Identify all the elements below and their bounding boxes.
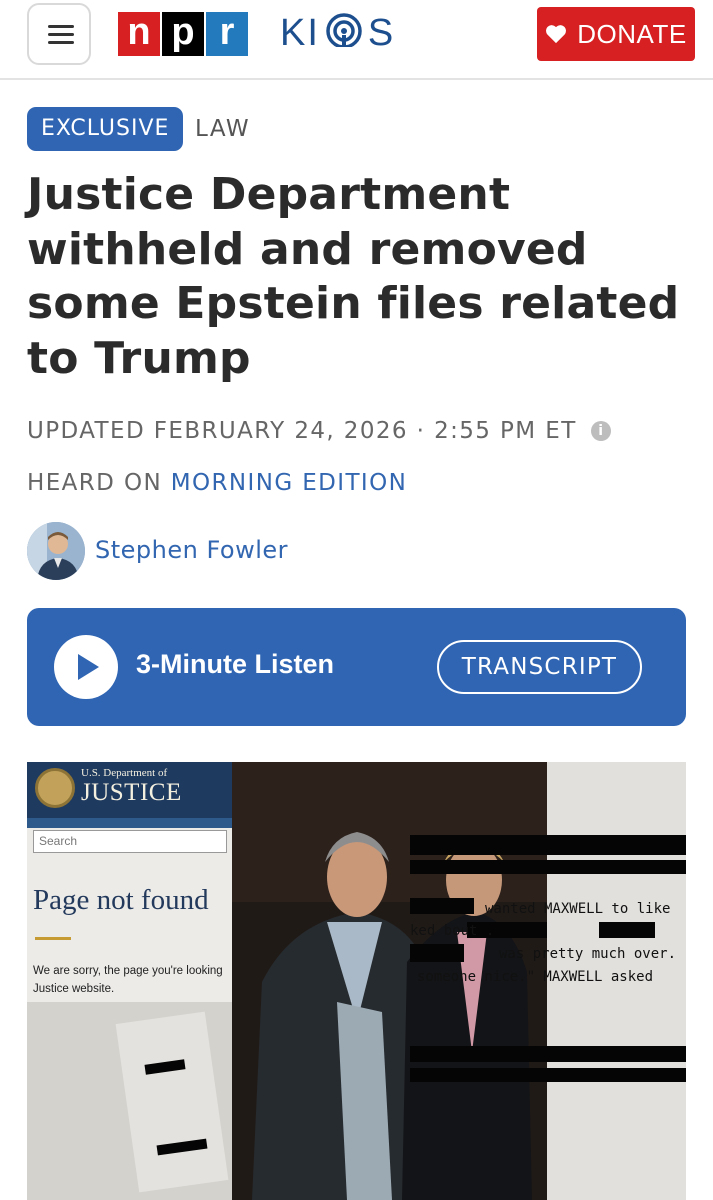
heard-on-label: HEARD ON	[27, 470, 163, 496]
doj-sorry-text: We are sorry, the page you're looking Ju…	[33, 965, 223, 995]
doj-seal-icon	[35, 768, 75, 808]
npr-logo-p: p	[162, 12, 204, 56]
heard-on-show-link[interactable]: MORNING EDITION	[171, 470, 407, 496]
listen-duration-label: 3-Minute Listen	[136, 649, 335, 679]
hamburger-menu-button[interactable]	[27, 3, 91, 65]
site-header: n p r KI S DONATE	[0, 0, 713, 80]
npr-logo-r: r	[206, 12, 248, 56]
station-logo[interactable]: KI S	[280, 10, 395, 56]
redaction-bar	[410, 944, 464, 962]
donate-label: DONATE	[577, 18, 687, 49]
article-lead-image[interactable]: U.S. Department of JUSTICE Search Page n…	[27, 762, 686, 1200]
doc-text-line-2: ked bout .	[410, 923, 495, 939]
article-headline: Justice Department withheld and removed …	[27, 169, 680, 384]
redaction-bar	[410, 1046, 686, 1062]
section-link-law[interactable]: LAW	[195, 107, 250, 151]
author-photo	[27, 522, 85, 580]
redaction-bar	[410, 860, 686, 874]
station-logo-right: S	[367, 11, 396, 54]
doj-search-box: Search	[33, 830, 227, 853]
redaction-bar	[410, 835, 686, 855]
audio-player: 3-Minute Listen TRANSCRIPT	[27, 608, 686, 726]
doj-small-title: U.S. Department of	[81, 767, 168, 779]
doj-page-not-found: Page not found	[33, 884, 209, 916]
author-avatar[interactable]	[27, 522, 85, 580]
updated-timestamp: UPDATED FEBRUARY 24, 2026 · 2:55 PM ET i	[27, 418, 611, 444]
play-icon	[78, 654, 99, 680]
redaction-bar	[410, 898, 474, 914]
play-button[interactable]	[54, 635, 118, 699]
info-icon[interactable]: i	[590, 421, 611, 441]
doc-text-line-3: was pretty much over.	[499, 946, 677, 962]
author-name-link[interactable]: Stephen Fowler	[95, 536, 288, 564]
npr-logo[interactable]: n p r	[118, 12, 250, 56]
doj-nav-bar	[27, 818, 232, 828]
hamburger-menu-icon-bar	[48, 33, 74, 36]
doj-screenshot-panel: U.S. Department of JUSTICE Search Page n…	[27, 762, 232, 1200]
doj-header: U.S. Department of JUSTICE	[27, 762, 232, 818]
redaction-bar	[599, 922, 655, 938]
station-logo-left: KI	[280, 11, 320, 54]
exclusive-badge[interactable]: EXCLUSIVE	[27, 107, 184, 151]
doj-big-title: JUSTICE	[81, 779, 182, 806]
heard-on: HEARD ON MORNING EDITION	[27, 470, 407, 496]
hamburger-menu-icon	[48, 25, 74, 28]
npr-logo-n: n	[118, 12, 160, 56]
doc-text-line-4: someone nice." MAXWELL asked	[417, 969, 654, 985]
transcript-button[interactable]: TRANSCRIPT	[437, 640, 642, 694]
broadcast-icon	[326, 13, 362, 53]
redaction-bar	[410, 1068, 686, 1082]
hamburger-menu-icon-bar	[48, 41, 74, 44]
heart-icon	[546, 25, 567, 44]
doc-text-line-1: wanted MAXWELL to like	[485, 901, 671, 917]
doj-underline	[35, 937, 71, 940]
donate-button[interactable]: DONATE	[537, 7, 695, 61]
updated-text: UPDATED FEBRUARY 24, 2026 · 2:55 PM ET	[27, 418, 577, 444]
